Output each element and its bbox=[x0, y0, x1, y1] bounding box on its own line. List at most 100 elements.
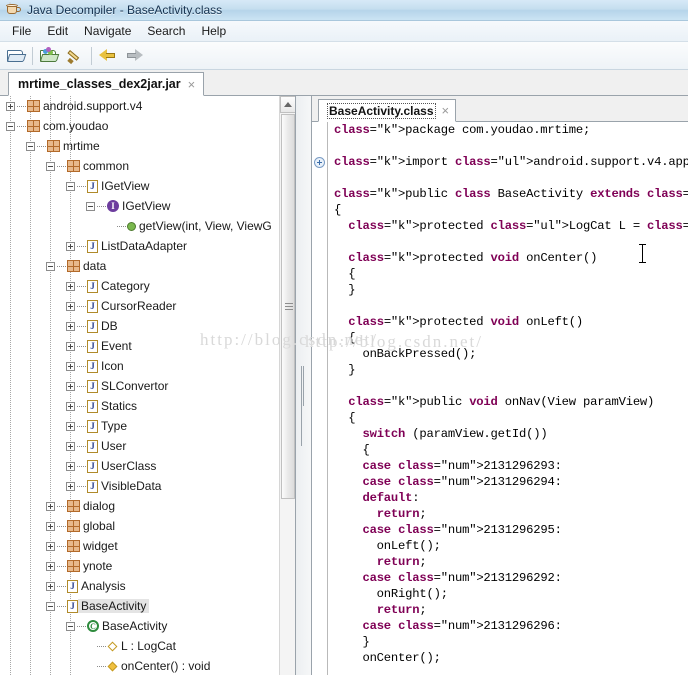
expand-toggle-icon[interactable] bbox=[66, 382, 75, 391]
tree-row-label: onCenter() : void bbox=[118, 659, 210, 673]
expand-toggle-icon[interactable] bbox=[66, 322, 75, 331]
code-line: case class="num">2131296294: bbox=[334, 474, 688, 490]
tree-row[interactable]: ynote bbox=[0, 556, 280, 576]
expand-toggle-icon[interactable] bbox=[66, 282, 75, 291]
tree-row[interactable]: onCenter() : void bbox=[0, 656, 280, 675]
edit-button[interactable] bbox=[62, 44, 88, 68]
expand-toggle-icon[interactable] bbox=[66, 442, 75, 451]
forward-button[interactable] bbox=[121, 44, 147, 68]
tool-bar bbox=[0, 42, 688, 70]
tree-row[interactable]: JIGetView bbox=[0, 176, 280, 196]
tree-row-label: UserClass bbox=[98, 459, 156, 473]
expand-toggle-icon[interactable] bbox=[66, 242, 75, 251]
code-line: onRight(); bbox=[334, 586, 688, 602]
tree-connector bbox=[57, 606, 66, 607]
expand-toggle-icon[interactable] bbox=[46, 542, 55, 551]
collapse-toggle-icon[interactable] bbox=[66, 182, 75, 191]
tree-row[interactable]: common bbox=[0, 156, 280, 176]
tree-row[interactable]: JType bbox=[0, 416, 280, 436]
tree-row[interactable]: JStatics bbox=[0, 396, 280, 416]
collapse-toggle-icon[interactable] bbox=[26, 142, 35, 151]
tree-connector bbox=[77, 246, 86, 247]
expand-toggle-icon[interactable] bbox=[46, 562, 55, 571]
expand-toggle-icon[interactable] bbox=[66, 342, 75, 351]
package-icon bbox=[47, 140, 60, 152]
menu-search[interactable]: Search bbox=[139, 22, 193, 40]
code-line: default: bbox=[334, 490, 688, 506]
field-diamond-icon bbox=[108, 641, 118, 651]
tree-row[interactable]: JSLConvertor bbox=[0, 376, 280, 396]
tree-row-label: Icon bbox=[98, 359, 124, 373]
package-icon bbox=[27, 120, 40, 132]
collapse-toggle-icon[interactable] bbox=[6, 122, 15, 131]
scroll-up-arrow[interactable] bbox=[280, 96, 296, 113]
tree-row[interactable]: JVisibleData bbox=[0, 476, 280, 496]
tree-row[interactable]: CBaseActivity bbox=[0, 616, 280, 636]
tree-row[interactable]: getView(int, View, ViewG bbox=[0, 216, 280, 236]
java-coffee-cup-icon bbox=[5, 2, 23, 18]
code-line: { bbox=[334, 330, 688, 346]
collapse-toggle-icon[interactable] bbox=[46, 602, 55, 611]
tree-row[interactable]: JCursorReader bbox=[0, 296, 280, 316]
close-icon[interactable]: × bbox=[187, 78, 197, 91]
collapse-toggle-icon[interactable] bbox=[66, 622, 75, 631]
expand-toggle-icon[interactable] bbox=[46, 502, 55, 511]
tree-row[interactable]: android.support.v4 bbox=[0, 96, 280, 116]
expand-toggle-icon[interactable] bbox=[46, 582, 55, 591]
tree-row-label: BaseActivity bbox=[78, 599, 149, 613]
back-button[interactable] bbox=[95, 44, 121, 68]
java-file-icon: J bbox=[87, 460, 98, 473]
jar-tab[interactable]: mrtime_classes_dex2jar.jar × bbox=[8, 72, 204, 96]
tree-connector bbox=[77, 186, 86, 187]
tree-row[interactable]: mrtime bbox=[0, 136, 280, 156]
open-file-button[interactable] bbox=[3, 44, 29, 68]
toolbar-separator-2 bbox=[91, 47, 92, 65]
tree-row[interactable]: widget bbox=[0, 536, 280, 556]
expand-toggle-icon[interactable] bbox=[66, 402, 75, 411]
import-fold-toggle[interactable] bbox=[314, 157, 325, 168]
tree-row[interactable]: JEvent bbox=[0, 336, 280, 356]
tree-row[interactable]: IIGetView bbox=[0, 196, 280, 216]
tree-row[interactable]: JDB bbox=[0, 316, 280, 336]
scrollbar-thumb[interactable] bbox=[281, 114, 295, 499]
tree-row[interactable]: global bbox=[0, 516, 280, 536]
expand-toggle-icon[interactable] bbox=[66, 362, 75, 371]
tree-row[interactable]: JIcon bbox=[0, 356, 280, 376]
tree-row[interactable]: L : LogCat bbox=[0, 636, 280, 656]
expand-toggle-icon[interactable] bbox=[46, 522, 55, 531]
tree-row-label: IGetView bbox=[98, 179, 149, 193]
collapse-toggle-icon[interactable] bbox=[86, 202, 95, 211]
tree-row[interactable]: JUser bbox=[0, 436, 280, 456]
panel-splitter[interactable] bbox=[296, 96, 311, 675]
package-tree-panel[interactable]: android.support.v4com.youdaomrtimecommon… bbox=[0, 96, 296, 675]
close-icon[interactable]: × bbox=[442, 104, 450, 117]
collapse-toggle-icon[interactable] bbox=[46, 162, 55, 171]
menu-edit[interactable]: Edit bbox=[39, 22, 76, 40]
menu-navigate[interactable]: Navigate bbox=[76, 22, 139, 40]
tree-row[interactable]: JAnalysis bbox=[0, 576, 280, 596]
expand-toggle-icon[interactable] bbox=[66, 422, 75, 431]
tree-row[interactable]: dialog bbox=[0, 496, 280, 516]
expand-toggle-icon[interactable] bbox=[66, 462, 75, 471]
source-code-text[interactable]: class="k">package com.youdao.mrtime; cla… bbox=[334, 122, 688, 675]
editor-tab-baseactivity[interactable]: BaseActivity.class × bbox=[318, 99, 456, 122]
tree-row[interactable]: JBaseActivity bbox=[0, 596, 280, 616]
tree-connector bbox=[97, 206, 106, 207]
tree-row[interactable]: data bbox=[0, 256, 280, 276]
jar-tab-strip: mrtime_classes_dex2jar.jar × bbox=[0, 70, 688, 96]
tree-row[interactable]: JUserClass bbox=[0, 456, 280, 476]
tree-row-label: Analysis bbox=[78, 579, 126, 593]
menu-file[interactable]: File bbox=[4, 22, 39, 40]
expand-toggle-icon[interactable] bbox=[6, 102, 15, 111]
expand-toggle-icon[interactable] bbox=[66, 302, 75, 311]
tree-row[interactable]: com.youdao bbox=[0, 116, 280, 136]
tree-connector bbox=[77, 406, 86, 407]
open-type-button[interactable] bbox=[36, 44, 62, 68]
menu-help[interactable]: Help bbox=[193, 22, 234, 40]
tree-row[interactable]: JCategory bbox=[0, 276, 280, 296]
tree-row[interactable]: JListDataAdapter bbox=[0, 236, 280, 256]
expand-toggle-icon[interactable] bbox=[66, 482, 75, 491]
code-view[interactable]: class="k">package com.youdao.mrtime; cla… bbox=[312, 122, 688, 675]
collapse-toggle-icon[interactable] bbox=[46, 262, 55, 271]
tree-scrollbar[interactable] bbox=[279, 96, 295, 675]
